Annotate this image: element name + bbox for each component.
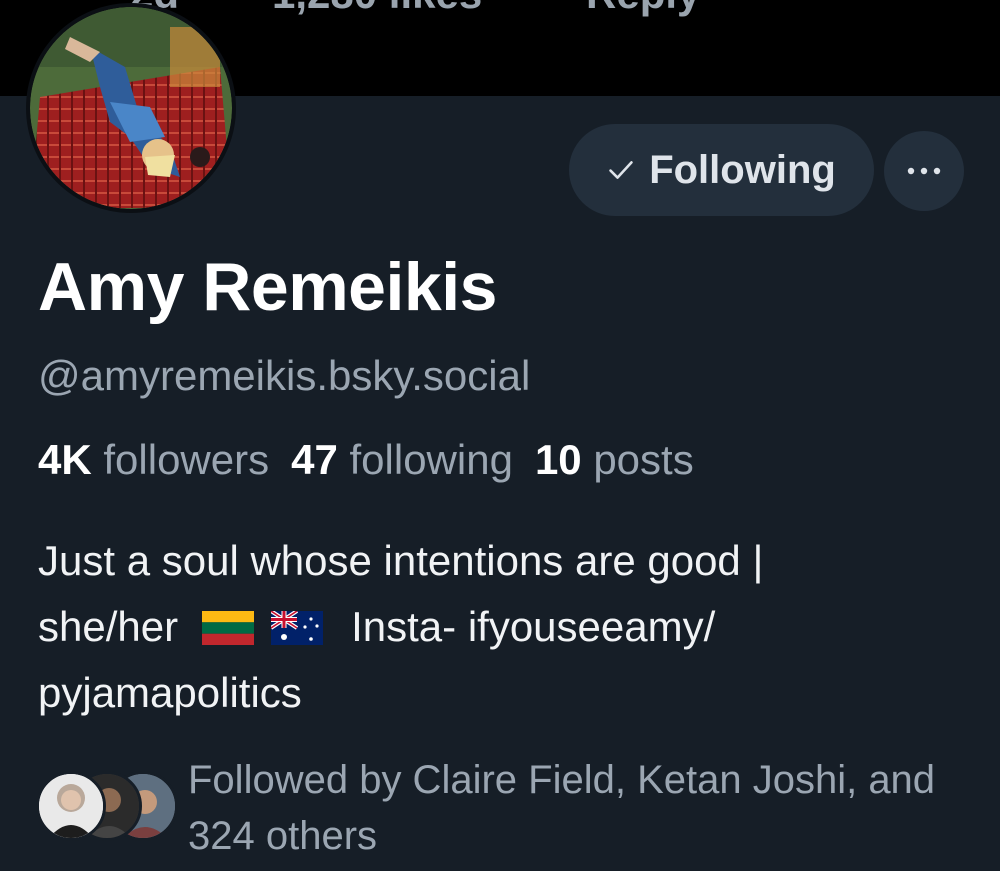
- posts-label: posts: [593, 436, 694, 483]
- profile-stats: 4K followers 47 following 10 posts: [38, 436, 694, 484]
- bio-line-3: pyjamapolitics: [38, 669, 302, 716]
- following-count: 47: [291, 436, 338, 483]
- more-options-button[interactable]: [884, 131, 964, 211]
- profile-bio: Just a soul whose intentions are good | …: [38, 528, 968, 726]
- profile-avatar[interactable]: [26, 3, 236, 213]
- followed-by-avatars[interactable]: [36, 771, 178, 843]
- followed-by-text[interactable]: Followed by Claire Field, Ketan Joshi, a…: [188, 752, 978, 864]
- australia-flag-icon: [271, 611, 324, 645]
- followers-stat[interactable]: 4K followers: [38, 436, 269, 484]
- posts-stat: 10 posts: [535, 436, 694, 484]
- follower-avatar: [36, 771, 106, 841]
- profile-photo: [30, 7, 232, 209]
- bio-line-2: she/her Insta- ifyouseeamy/: [38, 594, 968, 660]
- bio-pronouns: she/her: [38, 603, 179, 650]
- posts-count: 10: [534, 436, 582, 483]
- following-button[interactable]: Following: [569, 124, 874, 216]
- following-stat[interactable]: 47 following: [291, 436, 513, 484]
- banner-text-reply: Reply: [586, 0, 700, 18]
- bio-line-1: Just a soul whose intentions are good |: [38, 537, 764, 584]
- followers-label: followers: [103, 436, 270, 483]
- lithuania-flag-icon: [201, 611, 254, 645]
- profile-handle: @amyremeikis.bsky.social: [38, 352, 531, 399]
- followers-count: 4K: [38, 436, 92, 483]
- following-label-stat: following: [349, 436, 513, 483]
- display-name: Amy Remeikis: [38, 249, 497, 325]
- banner-text-likes: 1,280 likes: [272, 0, 482, 18]
- bio-insta: Insta- ifyouseeamy/: [351, 603, 716, 650]
- check-icon: [609, 161, 633, 179]
- ellipsis-icon: [907, 167, 941, 175]
- following-label: Following: [649, 147, 836, 192]
